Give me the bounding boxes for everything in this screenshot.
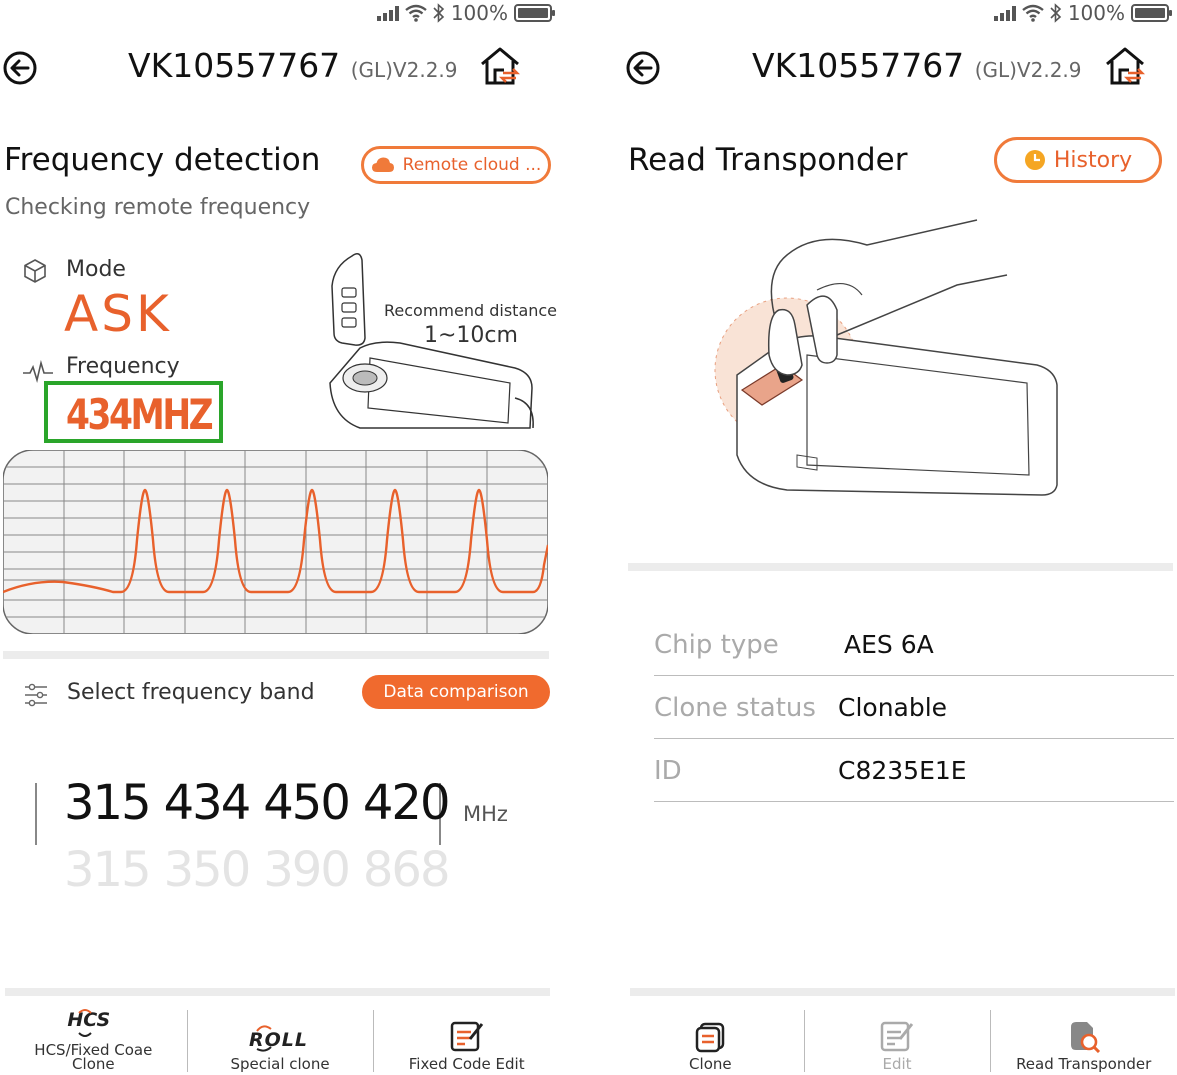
battery-percent: 100% [1067, 1, 1125, 25]
back-icon[interactable] [625, 50, 661, 86]
frequency-highlight-box: 434MHZ [44, 381, 223, 443]
history-button[interactable]: History [994, 137, 1162, 183]
nav-label: Fixed Code Edit [408, 1055, 525, 1073]
page-title: VK10557767 (GL)V2.2.9 [128, 46, 458, 85]
data-comparison-button[interactable]: Data comparison [362, 675, 550, 709]
nav-special-clone[interactable]: ROLL Special clone [186, 1000, 374, 1075]
bottom-divider [5, 988, 550, 996]
frequency-value: 434MHZ [66, 390, 214, 439]
bottom-nav: HCS HCS/Fixed Coae Clone ROLL Special cl… [0, 1000, 560, 1075]
cube-icon [24, 259, 46, 283]
roll-icon: ROLL [247, 1023, 313, 1053]
band-picker-next-row[interactable]: 315 350 390 868 [64, 842, 451, 898]
band-picker-selected-row[interactable]: 315 434 450 420 [64, 775, 451, 831]
wifi-icon [405, 4, 427, 22]
read-transponder-icon [1070, 1022, 1100, 1053]
frequency-detection-screen: 100% VK10557767 (GL)V2.2.9 Frequency det… [0, 0, 560, 1075]
info-row-clone-status: Clone status Clonable [654, 677, 1174, 739]
battery-icon [514, 4, 555, 22]
band-option[interactable]: 450 [263, 775, 351, 831]
status-bar: 100% [376, 1, 555, 25]
transponder-illustration [714, 219, 1058, 496]
band-option[interactable]: 315 [64, 775, 152, 831]
band-option[interactable]: 434 [164, 775, 252, 831]
bluetooth-icon [433, 3, 444, 23]
home-icon[interactable] [1103, 44, 1147, 88]
device-id: VK10557767 [752, 46, 965, 85]
nav-edit[interactable]: Edit [803, 1000, 991, 1075]
firmware-version: (GL)V2.2.9 [350, 58, 458, 82]
unit-label: MHz [463, 802, 508, 826]
mode-label: Mode [66, 257, 126, 282]
section-divider [3, 651, 549, 659]
subtitle: Checking remote frequency [5, 195, 311, 220]
remote-cloud-button[interactable]: Remote cloud ... [361, 146, 551, 184]
back-icon[interactable] [2, 50, 38, 86]
info-key: ID [654, 755, 682, 786]
nav-clone[interactable]: Clone [617, 1000, 804, 1075]
edit-icon [880, 1021, 914, 1052]
nav-read-transponder[interactable]: Read Transponder [990, 1000, 1177, 1075]
nav-label: Edit [882, 1055, 912, 1073]
picker-left-border [35, 783, 37, 845]
cloud-icon [371, 157, 394, 172]
info-value: AES 6A [844, 630, 934, 659]
band-option[interactable]: 390 [263, 842, 351, 898]
wifi-icon [1022, 4, 1044, 22]
home-icon[interactable] [478, 44, 522, 88]
signal-icon [376, 5, 399, 21]
band-option[interactable]: 420 [363, 775, 451, 831]
battery-percent: 100% [450, 1, 508, 25]
band-option[interactable]: 315 [64, 842, 152, 898]
info-key: Chip type [654, 629, 779, 660]
clock-icon [1024, 150, 1045, 170]
nav-fixed-code-edit[interactable]: Fixed Code Edit [373, 1000, 560, 1075]
device-id: VK10557767 [128, 46, 341, 85]
bottom-divider [630, 988, 1175, 996]
read-transponder-screen: 100% VK10557767 (GL)V2.2.9 Read Transpon… [617, 0, 1177, 1075]
section-divider [628, 563, 1173, 571]
bottom-nav: Clone Edit Read Transponder [617, 1000, 1177, 1075]
frequency-label: Frequency [66, 354, 180, 379]
nav-label: HCS/Fixed Coae Clone [34, 1041, 153, 1073]
history-label: History [1053, 147, 1133, 173]
nav-label: Clone [689, 1055, 732, 1073]
section-title: Read Transponder [628, 142, 908, 178]
info-value: Clonable [838, 693, 948, 722]
band-option[interactable]: 350 [164, 842, 252, 898]
info-key: Clone status [654, 692, 816, 723]
firmware-version: (GL)V2.2.9 [974, 58, 1082, 82]
nav-label: Special clone [230, 1055, 330, 1073]
battery-icon [1131, 4, 1172, 22]
edit-doc-icon [450, 1021, 483, 1052]
remote-cloud-label: Remote cloud ... [402, 155, 542, 175]
recommend-distance-label: Recommend distance [384, 301, 558, 320]
section-title: Frequency detection [4, 142, 321, 178]
mode-value: ASK [64, 285, 172, 343]
nav-label: Read Transponder [1016, 1055, 1152, 1073]
waveform-chart [3, 450, 548, 634]
hcs-icon: HCS [65, 1009, 121, 1039]
status-bar: 100% [993, 1, 1172, 25]
sliders-icon [25, 683, 47, 707]
info-row-chip-type: Chip type AES 6A [654, 614, 1174, 676]
info-row-id: ID C8235E1E [654, 740, 1174, 802]
select-frequency-band-label: Select frequency band [67, 680, 315, 705]
clone-icon [696, 1022, 725, 1053]
page-title: VK10557767 (GL)V2.2.9 [752, 46, 1082, 85]
recommend-distance-value: 1~10cm [424, 323, 518, 348]
nav-hcs-clone[interactable]: HCS HCS/Fixed Coae Clone [0, 1000, 187, 1075]
band-option[interactable]: 868 [363, 842, 451, 898]
bluetooth-icon [1050, 3, 1061, 23]
info-value: C8235E1E [838, 756, 967, 785]
signal-icon [993, 5, 1016, 21]
